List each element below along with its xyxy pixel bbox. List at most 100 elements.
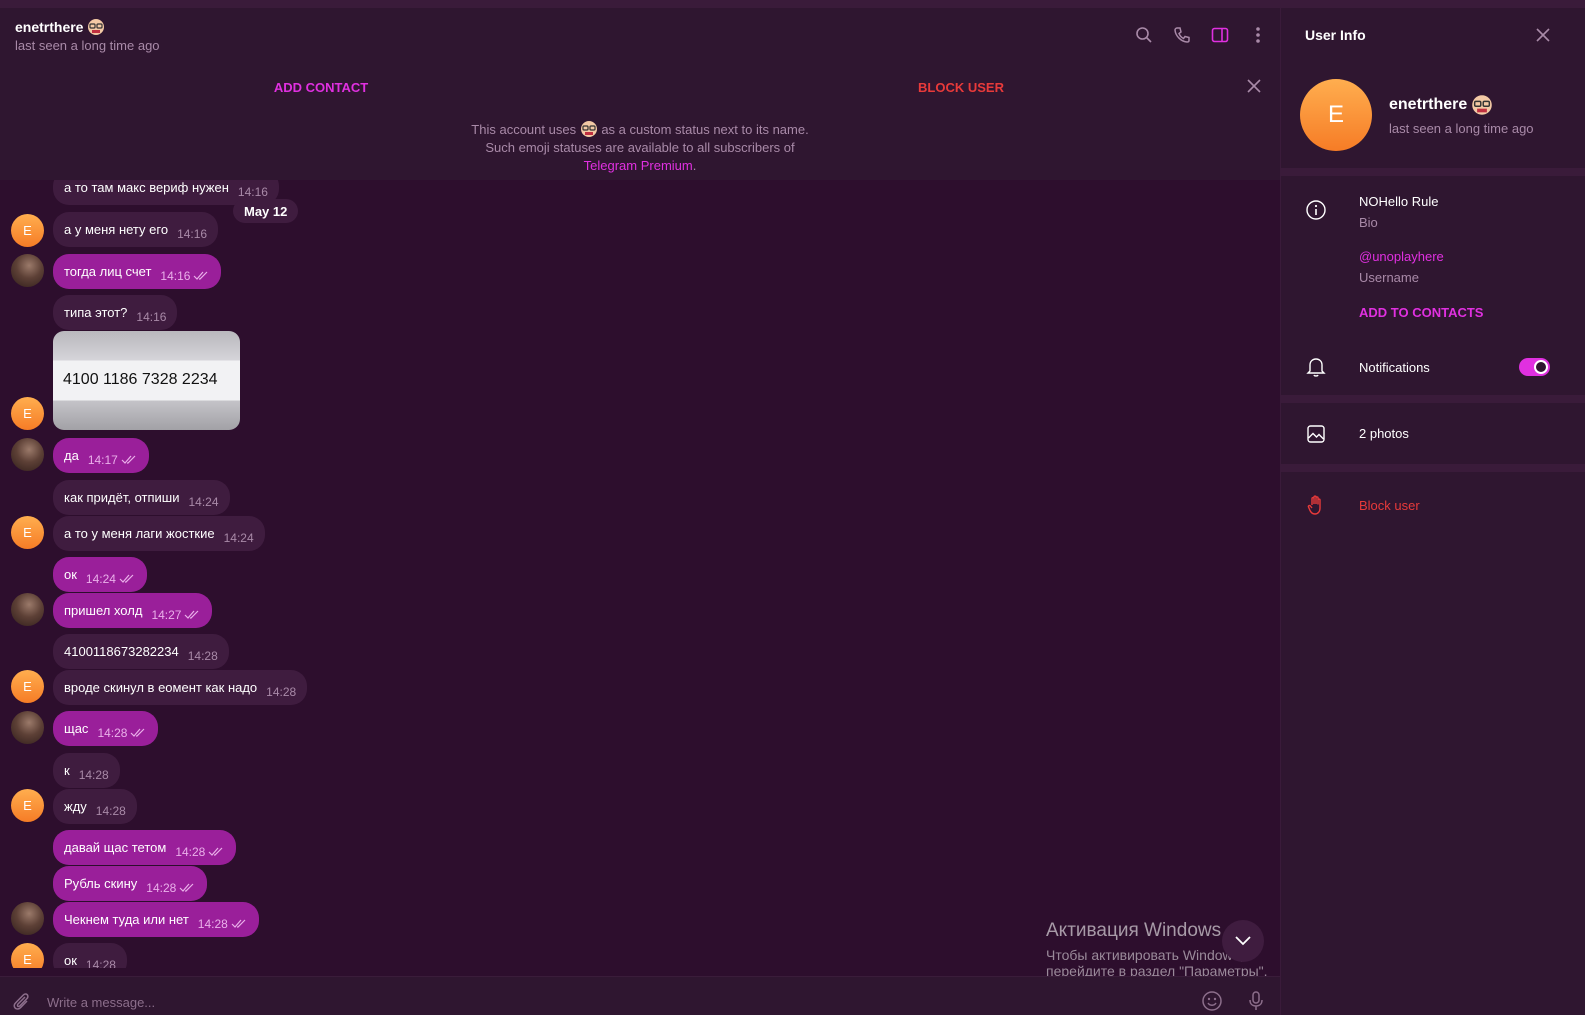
message-bubble-outgoing[interactable]: давай щас тетом 14:28 [53,830,237,865]
message-time: 14:28 [95,804,126,818]
message-bubble-outgoing[interactable]: Чекнем туда или нет 14:28 [53,902,259,937]
message-text: а то у меня лаги жосткие [64,526,215,541]
message-time: 14:16 [160,269,191,283]
message-bubble-incoming[interactable]: а то у меня лаги жосткие 14:24 [53,516,265,551]
my-avatar[interactable] [11,438,44,471]
hand-stop-icon [1305,494,1327,516]
contact-avatar[interactable]: E [11,943,44,968]
message-bubble-incoming[interactable]: типа этот? 14:16 [53,295,178,330]
message-bubble-outgoing[interactable]: ок 14:24 [53,557,147,592]
notifications-toggle[interactable] [1519,358,1550,376]
contact-avatar[interactable]: E [11,516,44,549]
note-text-before: This account uses [471,122,577,137]
add-to-contacts-button[interactable]: ADD TO CONTACTS [1359,305,1483,320]
message-text: 4100118673282234 [64,644,179,659]
bell-icon [1305,356,1327,378]
message-text: а то там макс вериф нужен [64,180,229,195]
profile-name-text: enetrthere [1389,96,1468,113]
emoji-icon[interactable] [1201,990,1223,1012]
message-text: вроде скинул в еомент как надо [64,680,258,695]
username-link[interactable]: @unoplayhere [1359,249,1444,264]
message-bubble-incoming[interactable]: ок 14:28 [53,943,127,968]
message-composer [0,976,1280,1015]
sidebar-toggle-icon[interactable] [1210,25,1230,45]
bio-text: NOHello Rule [1359,194,1439,209]
message-text: ок [64,953,77,968]
my-avatar[interactable] [11,902,44,935]
photos-count: 2 photos [1359,426,1409,441]
photo-icon [1305,423,1327,445]
message-bubble-incoming[interactable]: вроде скинул в еомент как надо 14:28 [53,670,308,705]
contact-avatar[interactable]: E [11,397,44,430]
message-time: 14:16 [237,185,268,199]
close-icon[interactable] [1534,26,1552,44]
read-checkmarks-icon [179,883,194,892]
message-bubble-outgoing[interactable]: пришел холд 14:27 [53,593,213,628]
profile-status: last seen a long time ago [1389,121,1534,136]
message-text: жду [64,799,87,814]
message-input[interactable] [47,991,947,1013]
message-time: 14:28 [146,881,177,895]
block-user-button[interactable]: BLOCK USER [858,80,1064,95]
message-time: 14:28 [197,917,228,931]
message-text: типа этот? [64,305,128,320]
read-checkmarks-icon [185,610,199,619]
message-bubble-outgoing[interactable]: щас 14:28 [53,711,159,746]
photo-message[interactable]: 4100 1186 7328 2234 [53,331,240,430]
phone-icon[interactable] [1172,25,1192,45]
message-bubble-incoming[interactable]: 4100118673282234 14:28 [53,634,229,669]
section-divider [1281,464,1585,472]
contact-avatar[interactable]: E [11,789,44,822]
message-text: давай щас тетом [64,840,167,855]
message-text: Рубль скину [64,876,138,891]
telegram-premium-link[interactable]: Telegram Premium [584,158,693,173]
read-checkmarks-icon [131,728,145,737]
note-text-end: . [692,158,697,173]
chevron-down-icon [1235,936,1251,946]
chat-title[interactable]: enetrthere [15,18,105,36]
block-user-label: Block user [1359,498,1420,513]
message-bubble-incoming[interactable]: как придёт, отпиши 14:24 [53,480,230,515]
attach-icon[interactable] [10,990,32,1012]
message-time: 14:28 [187,649,218,663]
status-emoji-icon [88,19,105,35]
my-avatar[interactable] [11,254,44,287]
chat-column: enetrthere last seen a long time ago ADD… [0,8,1280,1015]
info-icon [1305,199,1327,221]
message-bubble-outgoing[interactable]: тогда лиц счет 14:16 [53,254,222,289]
my-avatar[interactable] [11,711,44,744]
my-avatar[interactable] [11,593,44,626]
message-bubble-incoming[interactable]: жду 14:28 [53,789,137,824]
message-time: 14:28 [78,768,109,782]
message-text: щас [64,721,89,736]
premium-status-note: This account uses as a custom status nex… [470,120,810,175]
profile-avatar[interactable]: E [1300,79,1372,151]
message-bubble-outgoing[interactable]: Рубль скину 14:28 [53,866,208,901]
window-title-strip [0,0,1585,8]
photo-card-number: 4100 1186 7328 2234 [63,371,218,388]
contact-avatar[interactable]: E [11,214,44,247]
message-text: а у меня нету его [64,222,169,237]
message-time: 14:16 [136,310,167,324]
message-bubble-incoming[interactable]: к 14:28 [53,753,120,788]
more-icon[interactable] [1248,25,1268,45]
add-contact-button[interactable]: ADD CONTACT [218,80,424,95]
header-actions [1134,25,1268,45]
read-checkmarks-icon [121,455,136,464]
message-list[interactable]: а то там макс вериф нужен 14:16 May 12 E… [0,180,1280,968]
scroll-to-bottom-button[interactable] [1222,920,1264,962]
message-bubble-outgoing[interactable]: да 14:17 [53,438,149,473]
section-divider [1281,168,1585,176]
contact-action-bar: ADD CONTACT BLOCK USER This account uses… [0,66,1280,180]
section-divider [1281,395,1585,403]
close-icon[interactable] [1245,77,1263,95]
contact-avatar[interactable]: E [11,670,44,703]
microphone-icon[interactable] [1245,990,1267,1012]
message-text: ок [64,567,77,582]
search-icon[interactable] [1134,25,1154,45]
message-bubble-incoming[interactable]: а у меня нету его 14:16 [53,212,219,247]
status-emoji-icon [580,121,597,137]
message-text: тогда лиц счет [64,264,152,279]
read-checkmarks-icon [194,271,208,280]
toggle-knob [1534,360,1548,374]
